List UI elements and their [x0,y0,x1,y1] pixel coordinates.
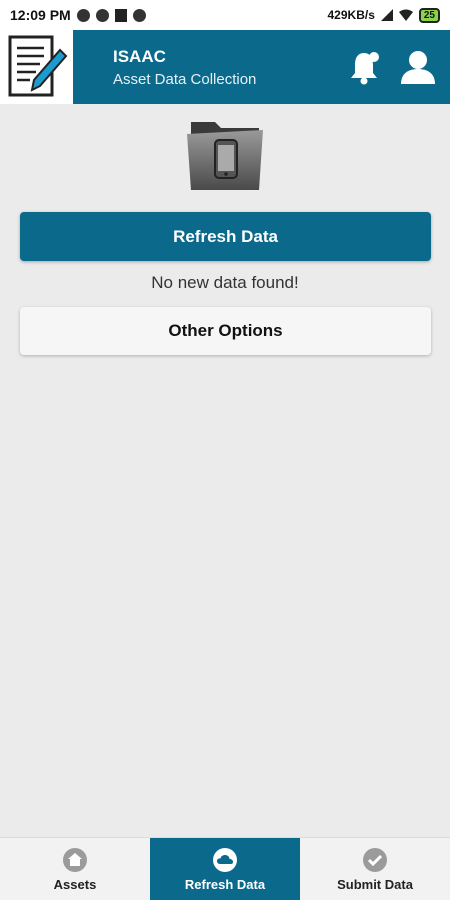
app-header: ISAAC Asset Data Collection [0,30,450,104]
nav-label-refresh-data: Refresh Data [184,876,266,892]
battery-icon: 25 [418,7,440,23]
refresh-data-button[interactable]: Refresh Data [20,212,431,261]
nav-label-assets: Assets [53,876,97,892]
document-edit-icon [8,35,67,97]
cloud-icon [213,847,237,872]
app-subtitle: Asset Data Collection [113,70,257,88]
app-title: ISAAC [113,46,166,66]
mobile-folder-icon [187,122,263,190]
wifi-icon [398,9,413,21]
home-icon [63,847,87,872]
other-options-button[interactable]: Other Options [20,307,431,355]
nav-item-refresh-data[interactable]: Refresh Data [150,838,300,900]
notification-dot-icon [95,8,109,22]
check-icon [363,847,387,872]
nav-label-submit-data: Submit Data [337,876,413,892]
signal-icon [380,9,393,21]
whatsapp-icon [76,8,90,22]
status-time: 12:09 PM [10,7,71,23]
app-logo [0,30,73,104]
nav-item-submit-data[interactable]: Submit Data [300,838,450,900]
user-profile-icon[interactable] [398,47,438,87]
status-bar: 12:09 PM 429KB/s 25 [0,0,450,30]
nav-item-assets[interactable]: Assets [0,838,150,900]
status-message: No new data found! [151,273,299,292]
network-speed: 429KB/s [327,8,375,22]
app-notification-icon [114,8,127,22]
notification-bell-icon[interactable] [344,47,384,87]
bottom-navigation: Assets Refresh Data Submit Data [0,837,450,900]
notification-dot-icon-2 [132,8,146,22]
